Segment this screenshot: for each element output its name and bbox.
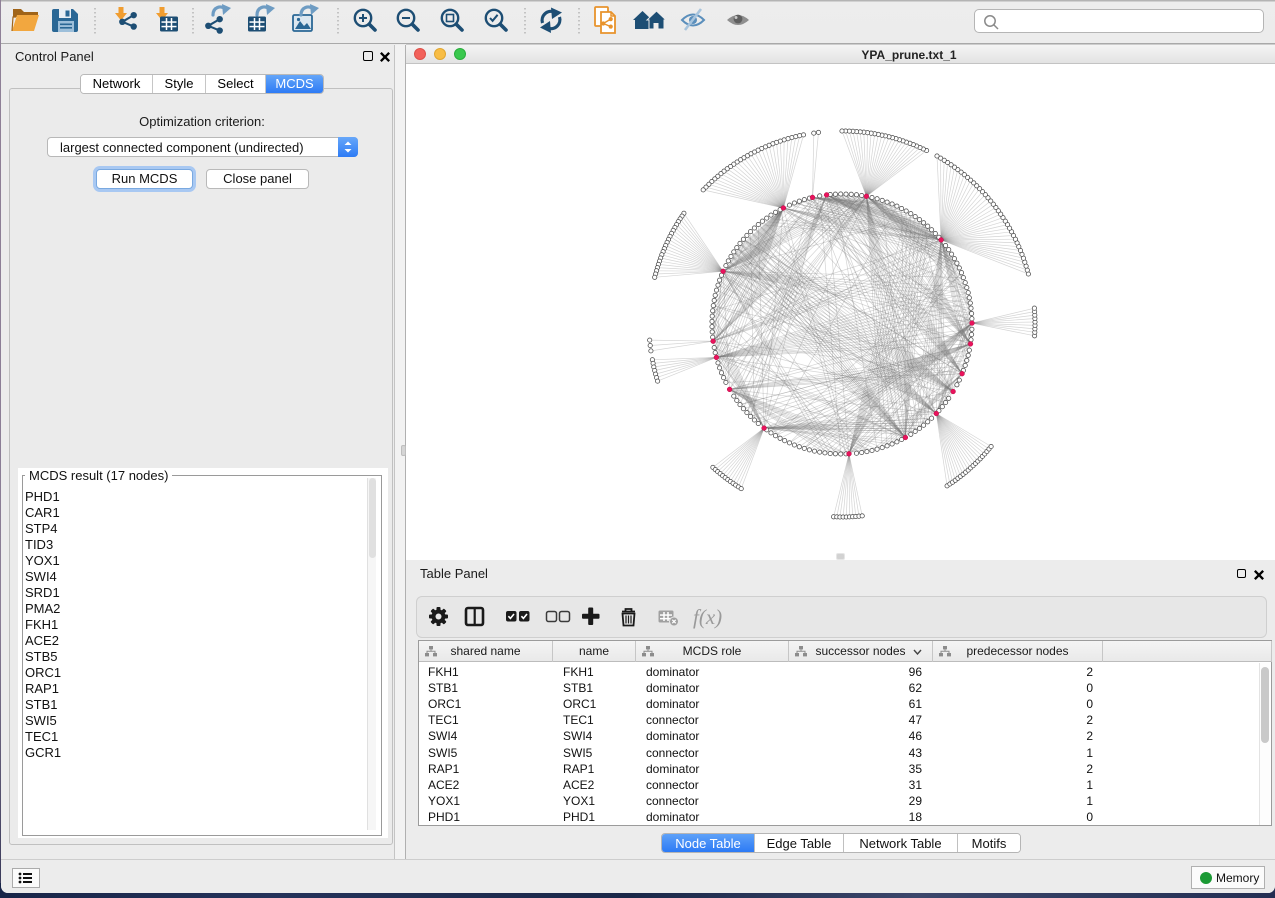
- svg-text:f(x): f(x): [693, 605, 722, 629]
